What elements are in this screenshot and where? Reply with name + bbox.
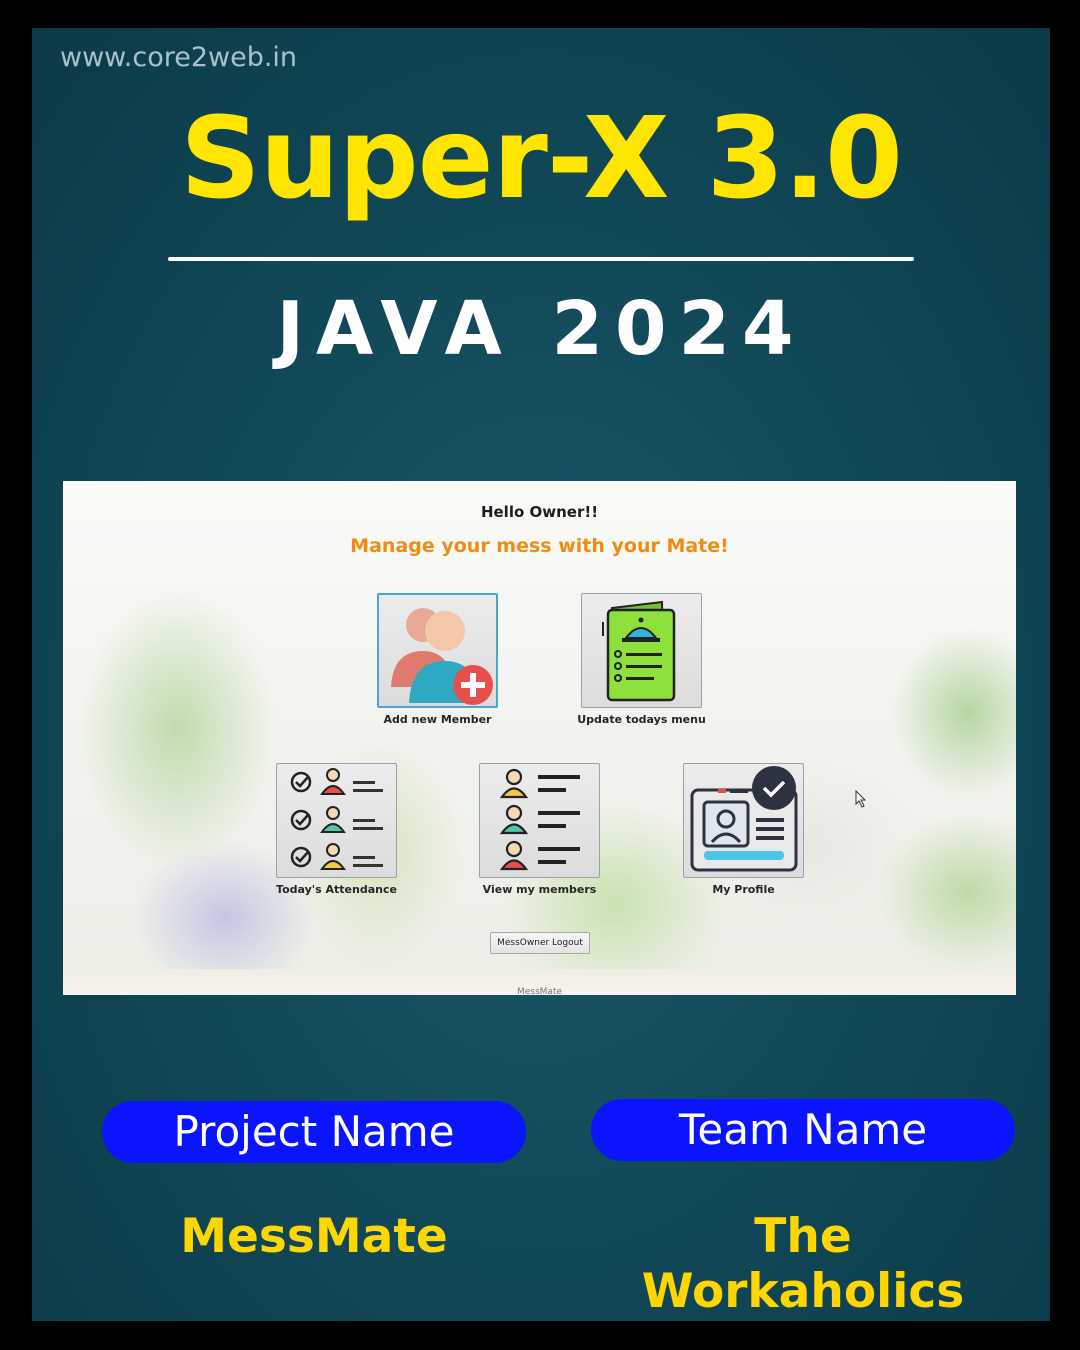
app-screenshot: Hello Owner!! Manage your mess with your… <box>63 481 1016 995</box>
add-member-icon <box>391 608 493 705</box>
project-name-value: MessMate <box>180 1209 448 1264</box>
menu-card-icon <box>602 600 676 702</box>
profile-label: My Profile <box>712 883 775 896</box>
attendance-button[interactable] <box>276 763 397 878</box>
add-member-button[interactable] <box>377 593 498 708</box>
website-url: www.core2web.in <box>60 42 298 73</box>
team-name-pill: Team Name <box>591 1099 1015 1161</box>
update-menu-label: Update todays menu <box>577 713 706 726</box>
add-member-label: Add new Member <box>383 713 492 726</box>
update-menu-tile[interactable]: Update todays menu <box>577 593 706 726</box>
attendance-checklist-icon <box>290 768 383 870</box>
attendance-label: Today's Attendance <box>276 883 397 896</box>
mouse-cursor-icon <box>855 790 867 808</box>
team-name-value: The Workaholics <box>641 1209 965 1319</box>
poster: www.core2web.in Super-X 3.0 JAVA 2024 He… <box>32 28 1050 1321</box>
profile-card-icon <box>690 766 798 872</box>
poster-title: Super-X 3.0 <box>180 94 903 224</box>
profile-tile[interactable]: My Profile <box>683 763 804 896</box>
attendance-tile[interactable]: Today's Attendance <box>276 763 397 896</box>
tagline-text: Manage your mess with your Mate! <box>350 535 729 557</box>
logout-button[interactable]: MessOwner Logout <box>490 932 590 954</box>
update-menu-button[interactable] <box>581 593 702 708</box>
app-footer-label: MessMate <box>516 987 563 995</box>
view-members-tile[interactable]: View my members <box>479 763 600 896</box>
view-members-label: View my members <box>482 883 597 896</box>
add-member-tile[interactable]: Add new Member <box>377 593 498 726</box>
poster-subtitle: JAVA 2024 <box>276 286 806 372</box>
profile-button[interactable] <box>683 763 804 878</box>
members-list-icon <box>499 768 580 871</box>
view-members-button[interactable] <box>479 763 600 878</box>
title-divider <box>168 257 914 261</box>
project-name-pill: Project Name <box>102 1101 526 1163</box>
greeting-text: Hello Owner!! <box>480 503 599 521</box>
